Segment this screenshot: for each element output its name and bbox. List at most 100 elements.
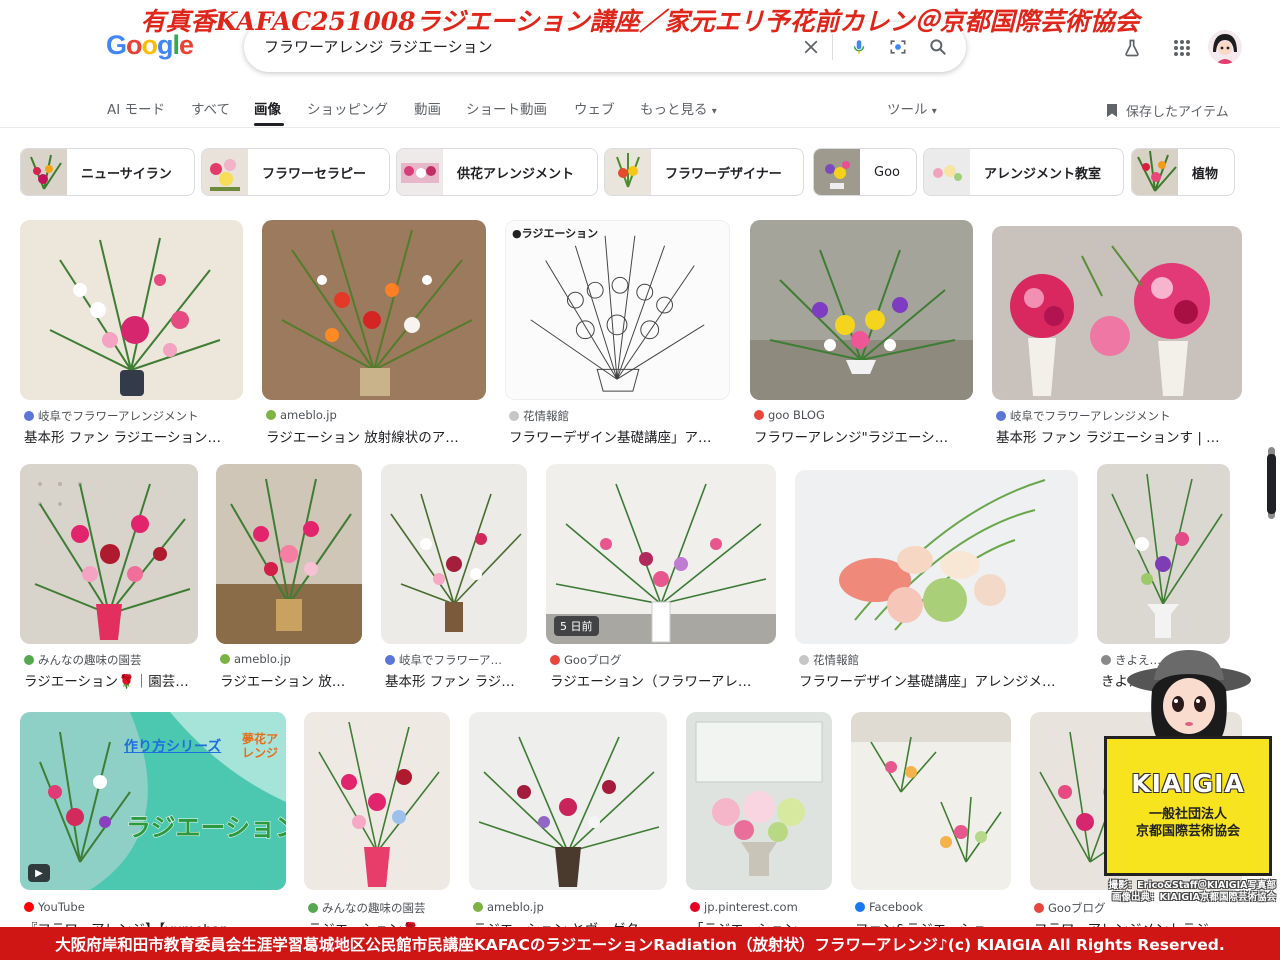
result-image[interactable] xyxy=(216,464,362,644)
result-source[interactable]: 岐阜でフラワーアレンジメント xyxy=(996,408,1171,424)
site-favicon-icon xyxy=(24,411,34,421)
image-result[interactable]: 5 日前 Gooブログ ラジエーション（フラワーアレ… xyxy=(546,464,776,690)
result-title[interactable]: ラジエーション🌹｜園芸… xyxy=(24,670,196,690)
time-badge: 5 日前 xyxy=(554,616,599,636)
image-result[interactable]: みんなの趣味の園芸 ラジエーション🌹… xyxy=(304,712,450,938)
image-result[interactable]: 花情報館 フラワーデザイン基礎講座」アレンジメ… xyxy=(795,464,1078,690)
result-title[interactable]: 基本形 ファン ラジエーション… xyxy=(24,426,239,446)
chevron-down-icon: ▾ xyxy=(931,106,937,117)
chip-thumbnail xyxy=(202,149,248,195)
pinterest-favicon-icon xyxy=(690,902,700,912)
result-image[interactable] xyxy=(381,464,527,644)
image-result[interactable]: 岐阜でフラワーアレンジメント 基本形 ファン ラジエーションす | … xyxy=(992,220,1242,446)
tab-web[interactable]: ウェブ xyxy=(574,98,615,118)
result-source[interactable]: Gooブログ xyxy=(550,652,621,668)
top-overlay-banner: 有真香KAFAC251008ラジエーション講座／家元エリ予花前カレン＠京都国際芸… xyxy=(0,0,1280,40)
image-result[interactable]: jp.pinterest.com 「ラジエーション… xyxy=(686,712,832,938)
result-source[interactable]: goo BLOG xyxy=(754,408,825,422)
result-image[interactable] xyxy=(750,220,973,400)
result-title[interactable]: ラジエーション 放射線状のア… xyxy=(266,426,482,446)
image-result[interactable]: 岐阜でフラワーア… 基本形 ファン ラジ… xyxy=(381,464,527,690)
site-favicon-icon xyxy=(996,411,1006,421)
image-result[interactable]: みんなの趣味の園芸 ラジエーション🌹｜園芸… xyxy=(20,464,198,690)
result-title[interactable]: 基本形 ファン ラジエーションす | … xyxy=(996,426,1236,446)
chip-thumbnail xyxy=(814,149,860,195)
chip-new-zealand-flax[interactable]: ニューサイラン xyxy=(20,148,195,196)
result-image[interactable] xyxy=(469,712,667,890)
result-image[interactable] xyxy=(795,470,1078,644)
result-image[interactable] xyxy=(20,464,198,644)
image-result[interactable]: 作り方シリーズ 夢花アレンジ ラジエーション ▶ YouTube 『フラワーアレ… xyxy=(20,712,286,938)
result-source[interactable]: 花情報館 xyxy=(799,652,859,668)
result-source[interactable]: ameblo.jp xyxy=(266,408,337,422)
tab-videos[interactable]: 動画 xyxy=(414,98,441,118)
result-title[interactable]: フラワーデザイン基礎講座」アレンジメ… xyxy=(799,670,1074,690)
facebook-favicon-icon xyxy=(855,902,865,912)
tab-short-videos[interactable]: ショート動画 xyxy=(466,98,547,118)
saved-items-button[interactable]: 保存したアイテム xyxy=(1106,101,1229,120)
tab-all[interactable]: すべて xyxy=(191,98,230,118)
result-image[interactable] xyxy=(1097,464,1230,644)
chip-thumbnail xyxy=(21,149,67,195)
chip-plants[interactable]: 植物 xyxy=(1131,148,1235,196)
image-caption: ラジエーション xyxy=(125,813,286,843)
kiaigia-org: 一般社団法人 京都国際芸術協会 xyxy=(1135,807,1240,839)
chip-arrangement-class[interactable]: アレンジメント教室 xyxy=(923,148,1124,196)
chip-funeral-arrangement[interactable]: 供花アレンジメント xyxy=(396,148,598,196)
image-result[interactable]: ameblo.jp ラジエーション とヴェゲタ… xyxy=(469,712,667,938)
image-result[interactable]: Facebook ファン&ラジエーショ… xyxy=(851,712,1011,938)
site-favicon-icon xyxy=(308,903,318,913)
result-image[interactable]: ●ラジエーション xyxy=(505,220,730,400)
result-image[interactable]: 5 日前 xyxy=(546,464,776,644)
bottom-overlay-banner: 大阪府岸和田市教育委員会生涯学習葛城地区公民館市民講座KAFACのラジエーション… xyxy=(0,927,1280,960)
chip-goo[interactable]: Goo xyxy=(813,148,917,196)
result-source[interactable]: ameblo.jp xyxy=(473,900,544,914)
result-source[interactable]: Gooブログ xyxy=(1034,900,1105,916)
result-source[interactable]: Facebook xyxy=(855,900,923,914)
result-title[interactable]: フラワーアレンジ"ラジエーシ… xyxy=(754,426,969,446)
result-source[interactable]: YouTube xyxy=(24,900,85,914)
result-image[interactable] xyxy=(992,226,1242,400)
result-source[interactable]: みんなの趣味の園芸 xyxy=(308,900,426,916)
play-icon[interactable]: ▶ xyxy=(28,864,50,882)
kiaigia-logo-box: KIAIGIA 一般社団法人 京都国際芸術協会 xyxy=(1104,736,1272,876)
chip-flower-therapy[interactable]: フラワーセラピー xyxy=(201,148,390,196)
result-source[interactable]: 岐阜でフラワーア… xyxy=(385,652,502,668)
result-source[interactable]: ameblo.jp xyxy=(220,652,291,666)
result-image[interactable] xyxy=(851,712,1011,890)
result-title[interactable]: ラジエーション 放… xyxy=(220,670,360,690)
result-title[interactable]: 基本形 ファン ラジ… xyxy=(385,670,525,690)
result-source[interactable]: jp.pinterest.com xyxy=(690,900,798,914)
image-result[interactable]: goo BLOG フラワーアレンジ"ラジエーシ… xyxy=(750,220,973,446)
image-result[interactable]: 岐阜でフラワーアレンジメント 基本形 ファン ラジエーション… xyxy=(20,220,243,446)
photo-credit: 撮影：Erico&Staff＠KIAIGIA写真部 画像出典：KIAIGIA京都… xyxy=(1108,880,1276,903)
result-image[interactable]: 作り方シリーズ 夢花アレンジ ラジエーション ▶ xyxy=(20,712,286,890)
result-source[interactable]: 花情報館 xyxy=(509,408,569,424)
result-source[interactable]: 岐阜でフラワーアレンジメント xyxy=(24,408,199,424)
chip-thumbnail xyxy=(605,149,651,195)
image-result[interactable]: ●ラジエーション 花情報館 フラワーデザイン基礎講座」ア… xyxy=(505,220,730,446)
result-title[interactable]: ラジエーション（フラワーアレ… xyxy=(550,670,772,690)
result-image[interactable] xyxy=(686,712,832,890)
image-caption: 夢花アレンジ xyxy=(242,732,279,760)
result-image[interactable] xyxy=(304,712,450,890)
site-favicon-icon xyxy=(266,410,276,420)
image-result[interactable]: ameblo.jp ラジエーション 放… xyxy=(216,464,362,690)
search-nav-tabs: AI モード すべて 画像 ショッピング 動画 ショート動画 ウェブ もっと見る… xyxy=(0,92,1280,128)
site-favicon-icon xyxy=(24,655,34,665)
tab-more[interactable]: もっと見る ▾ xyxy=(640,98,717,118)
result-image[interactable] xyxy=(262,220,486,400)
tab-shopping[interactable]: ショッピング xyxy=(307,98,388,118)
image-result[interactable]: ameblo.jp ラジエーション 放射線状のア… xyxy=(262,220,486,446)
scrollbar-thumb-dark[interactable] xyxy=(1267,454,1276,514)
mascot-character-illustration xyxy=(1127,650,1251,746)
result-image[interactable] xyxy=(20,220,243,400)
chip-thumbnail xyxy=(397,149,443,195)
tools-button[interactable]: ツール ▾ xyxy=(887,98,937,118)
tab-ai-mode[interactable]: AI モード xyxy=(107,98,165,118)
chip-flower-designer[interactable]: フラワーデザイナー xyxy=(604,148,804,196)
result-title[interactable]: フラワーデザイン基礎講座」ア… xyxy=(509,426,726,446)
tab-images[interactable]: 画像 xyxy=(254,98,281,118)
result-source[interactable]: みんなの趣味の園芸 xyxy=(24,652,142,668)
site-favicon-icon xyxy=(220,654,230,664)
